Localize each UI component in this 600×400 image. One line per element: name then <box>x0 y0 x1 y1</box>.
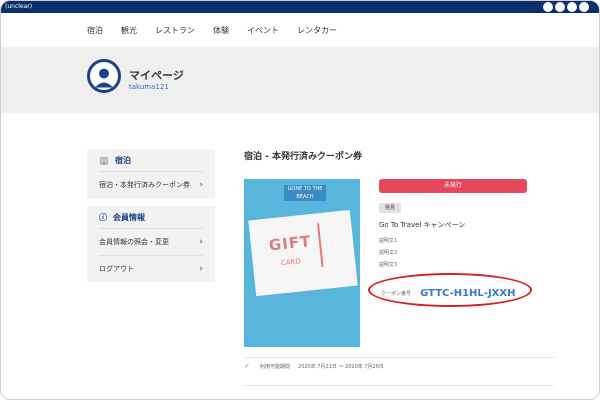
sidebar-section-stay: 🏢 宿泊 宿泊・本発行済みクーポン券 › <box>87 149 215 198</box>
gift-text: GIFT <box>268 232 313 255</box>
profile-hero: マイページ takuma121 <box>1 47 599 113</box>
beach-card: GONE TO THE BEACH <box>284 185 326 201</box>
coupon-section-title: 宿泊 - 本発行済みクーポン券 <box>244 152 363 162</box>
card-text: CARD <box>280 257 302 268</box>
user-avatar-graphic <box>94 68 114 88</box>
main-navigation: 宿泊 観光 レストラン 体験 イベント レンタカー <box>1 13 599 48</box>
sidebar-heading-member: ⓘ 会員情報 <box>99 206 203 228</box>
username: takuma121 <box>129 83 169 91</box>
site-title: (unclear) <box>5 3 33 10</box>
nav-item-stay[interactable]: 宿泊 <box>87 25 103 36</box>
sidebar-heading-label: 宿泊 <box>114 155 131 165</box>
app-window: (unclear) 宿泊 観光 レストラン 体験 イベント レンタカー マイペー… <box>0 0 600 400</box>
avatar-icon <box>87 59 121 93</box>
header-icon-group <box>543 2 589 12</box>
nav-item-sightseeing[interactable]: 観光 <box>121 25 137 36</box>
building-icon: 🏢 <box>99 155 109 165</box>
sidebar-item-label: 宿泊・本発行済みクーポン券 <box>99 181 190 189</box>
description-line: 説明文3 <box>379 262 398 268</box>
sidebar-item-label: ログアウト <box>99 265 134 273</box>
header-circle-icon[interactable] <box>567 2 577 12</box>
chevron-right-icon: › <box>199 180 203 190</box>
category-tag: 発見 <box>379 203 401 213</box>
nav-item-rental-car[interactable]: レンタカー <box>297 25 337 36</box>
divider <box>244 357 554 358</box>
status-badge: 未発行 <box>379 179 527 193</box>
campaign-title: Go To Travel キャンペーン <box>379 221 466 229</box>
header-circle-icon[interactable] <box>579 2 589 12</box>
gift-card: GIFT CARD <box>248 209 358 297</box>
sidebar-heading-stay: 🏢 宿泊 <box>99 149 203 171</box>
sidebar-item-label: 会員情報の照会・変更 <box>99 238 169 246</box>
member-icon: ⓘ <box>99 212 107 222</box>
sidebar-item-member-info[interactable]: 会員情報の照会・変更 › <box>99 228 203 255</box>
description-line: 説明文1 <box>379 238 398 244</box>
chevron-right-icon: › <box>199 237 203 247</box>
usage-period-row: ✓ 利用可能期間 2020年 7月21日 ～ 2020年 7月26日 <box>244 362 384 370</box>
sidebar-item-logout[interactable]: ログアウト › <box>99 255 203 282</box>
description-line: 説明文2 <box>379 250 398 256</box>
ribbon-icon <box>316 221 342 268</box>
page-title: マイページ <box>129 69 184 82</box>
sidebar-section-member: ⓘ 会員情報 会員情報の照会・変更 › ログアウト › <box>87 206 215 282</box>
beach-card-text: GONE TO THE BEACH <box>287 186 323 200</box>
coupon-image: GONE TO THE BEACH GIFT CARD <box>244 179 360 347</box>
nav-item-restaurant[interactable]: レストラン <box>155 25 195 36</box>
sidebar-item-issued-coupons[interactable]: 宿泊・本発行済みクーポン券 › <box>99 171 203 198</box>
chevron-right-icon: › <box>199 264 203 274</box>
check-icon: ✓ <box>244 362 250 370</box>
nav-item-experience[interactable]: 体験 <box>213 25 229 36</box>
sidebar-heading-label: 会員情報 <box>113 212 145 222</box>
highlight-oval <box>368 273 532 307</box>
sidebar: 🏢 宿泊 宿泊・本発行済みクーポン券 › ⓘ 会員情報 会員情報の照会・変更 ›… <box>87 149 215 282</box>
header-circle-icon[interactable] <box>543 2 553 12</box>
header-circle-icon[interactable] <box>555 2 565 12</box>
divider <box>244 385 554 386</box>
period-value: 2020年 7月21日 ～ 2020年 7月26日 <box>298 363 384 370</box>
period-label: 利用可能期間 <box>260 363 291 370</box>
nav-item-event[interactable]: イベント <box>247 25 279 36</box>
top-header-bar: (unclear) <box>1 1 599 13</box>
